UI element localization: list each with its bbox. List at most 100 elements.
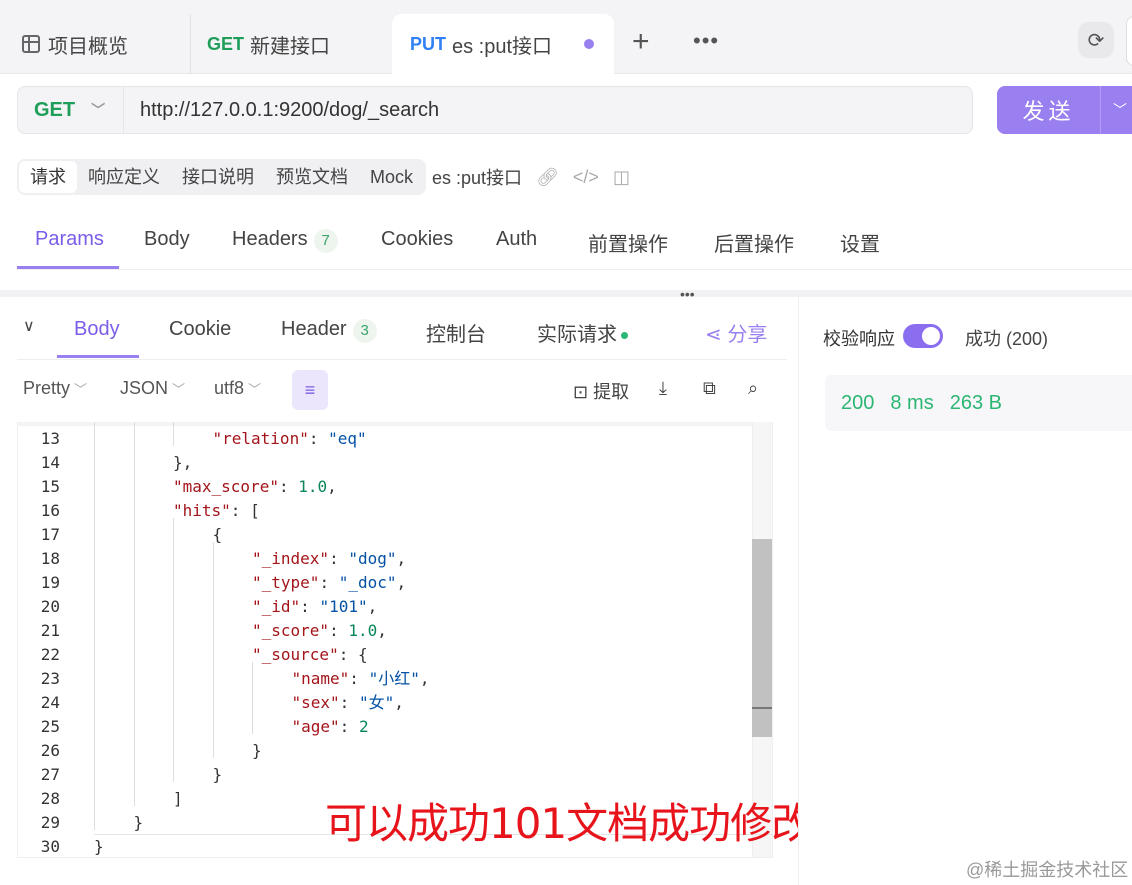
resp-tab-header-label: Header <box>281 318 347 340</box>
code-token: : <box>308 429 329 448</box>
code-text: "_score": 1.0, <box>252 619 387 643</box>
response-time: 8 ms <box>890 391 934 414</box>
line-number: 25 <box>40 717 60 736</box>
plus-icon[interactable]: + <box>632 27 650 57</box>
chevron-down-icon[interactable]: ﹀ <box>1101 100 1127 120</box>
format-value: Pretty <box>23 378 71 398</box>
editor-scroll-marker <box>752 707 772 709</box>
tab-headers[interactable]: Headers 7 <box>232 228 338 253</box>
sub-tab-preview-doc[interactable]: 预览文档 <box>265 161 359 193</box>
resp-tab-body[interactable]: Body <box>74 318 120 341</box>
tab-settings[interactable]: 设置 <box>840 228 880 257</box>
url-input[interactable]: http://127.0.0.1:9200/dog/_search <box>124 99 439 122</box>
link-icon[interactable]: 🔗︎ <box>536 167 559 188</box>
tab-cookies[interactable]: Cookies <box>381 228 453 251</box>
code-text: "name": "小红", <box>292 667 430 691</box>
panel-divider[interactable] <box>0 290 1132 297</box>
code-token: }, <box>173 453 193 472</box>
tab-overview[interactable]: 项目概览 <box>0 14 190 74</box>
tab-headers-label: Headers <box>232 228 308 250</box>
line-number: 21 <box>40 621 60 640</box>
refresh-icon[interactable]: ⟳ <box>1078 22 1114 58</box>
response-stats: 200 8 ms 263 B <box>825 375 1132 431</box>
code-token: } <box>252 741 262 760</box>
chevron-down-icon: ﹀ <box>74 382 88 397</box>
sub-tab-api-desc[interactable]: 接口说明 <box>171 161 265 193</box>
code-token: 1.0 <box>298 477 328 496</box>
url-bar: GET ﹀ http://127.0.0.1:9200/dog/_search <box>17 86 973 134</box>
resp-tab-actual-request-label: 实际请求 <box>537 324 617 346</box>
tab-overview-label: 项目概览 <box>48 35 128 58</box>
resp-tab-cookie[interactable]: Cookie <box>169 318 231 341</box>
code-token: : <box>339 717 359 736</box>
code-token: "dog" <box>348 549 397 568</box>
sub-tab-response-def[interactable]: 响应定义 <box>77 161 171 193</box>
extract-button[interactable]: ⊡ 提取 <box>573 378 629 404</box>
watermark: @稀土掘金技术社区 <box>966 860 1129 880</box>
drag-handle-icon[interactable]: ••• <box>680 286 695 302</box>
indent-guide <box>252 662 253 734</box>
line-number: 23 <box>40 669 60 688</box>
code-token: } <box>94 837 104 856</box>
code-text: "_id": "101", <box>252 595 377 619</box>
line-number: 28 <box>40 789 60 808</box>
code-token: , <box>419 669 430 688</box>
code-icon[interactable]: </> <box>573 167 599 188</box>
panel-icon[interactable]: ◫ <box>613 167 630 188</box>
code-text: "age": 2 <box>292 715 369 739</box>
download-icon[interactable]: ⤓ <box>659 378 667 399</box>
code-token: , <box>367 597 378 616</box>
line-number: 16 <box>40 501 60 520</box>
line-number: 18 <box>40 549 60 568</box>
sub-tab-mock[interactable]: Mock <box>359 161 424 193</box>
code-token: "_index" <box>252 549 330 568</box>
line-number: 19 <box>40 573 60 592</box>
tab-auth[interactable]: Auth <box>496 228 537 251</box>
tab-body[interactable]: Body <box>144 228 190 251</box>
api-name[interactable]: es :put接口 <box>432 164 522 190</box>
line-number: 26 <box>40 741 60 760</box>
code-token: , <box>327 477 337 496</box>
resp-tab-header[interactable]: Header 3 <box>281 318 377 343</box>
window-edge <box>1126 16 1132 66</box>
code-token: : [ <box>230 501 260 520</box>
send-button[interactable]: 发送 ﹀ <box>997 86 1132 134</box>
sub-tabs: 请求 响应定义 接口说明 预览文档 Mock es :put接口 🔗︎ </> … <box>17 159 630 195</box>
tab-put-api[interactable]: PUT es :put接口 <box>392 14 614 74</box>
tab-post-ops[interactable]: 后置操作 <box>714 228 794 257</box>
tab-params[interactable]: Params <box>35 228 104 251</box>
lang-select[interactable]: JSON ﹀ <box>120 378 185 399</box>
search-icon[interactable]: ⌕ <box>748 378 758 399</box>
unsaved-dot-icon <box>584 39 595 49</box>
copy-icon[interactable]: ⧉ <box>703 378 716 399</box>
wrap-icon[interactable]: ≡ <box>292 370 328 410</box>
code-token: : <box>278 477 299 496</box>
resp-tab-console[interactable]: 控制台 <box>426 318 486 347</box>
verify-label: 校验响应 <box>823 329 895 349</box>
line-number: 30 <box>40 837 60 856</box>
resp-tab-actual-request[interactable]: 实际请求 <box>537 318 628 347</box>
code-token: "小红" <box>368 669 420 688</box>
code-token: "name" <box>291 669 350 688</box>
line-number: 27 <box>40 765 60 784</box>
method-select[interactable]: GET ﹀ <box>18 87 124 133</box>
sub-tab-request[interactable]: 请求 <box>19 161 77 193</box>
verify-toggle[interactable] <box>903 324 943 348</box>
code-text: } <box>213 763 223 787</box>
extract-icon: ⊡ <box>573 382 589 402</box>
method-value: GET <box>34 98 76 121</box>
status-code: 200 <box>841 391 875 414</box>
encoding-select[interactable]: utf8 ﹀ <box>214 378 261 399</box>
more-icon[interactable]: ••• <box>693 28 719 54</box>
tab-pre-ops[interactable]: 前置操作 <box>588 228 668 257</box>
indent-guide <box>94 422 95 830</box>
code-text: "max_score": 1.0, <box>173 475 337 499</box>
code-token: "age" <box>291 717 340 736</box>
format-select[interactable]: Pretty ﹀ <box>23 378 87 399</box>
tab-new-api[interactable]: GET 新建接口 <box>190 14 392 74</box>
chevron-down-icon[interactable]: ∨ <box>23 316 35 336</box>
chevron-down-icon: ﹀ <box>172 382 186 397</box>
extract-label: 提取 <box>593 382 630 402</box>
send-label: 发送 <box>1022 99 1075 124</box>
share-button[interactable]: ⋖ 分享 <box>705 318 767 347</box>
